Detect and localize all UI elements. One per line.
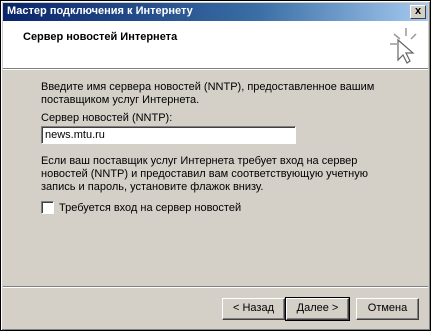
page-title: Сервер новостей Интернета [23,31,178,43]
title-bar[interactable]: Мастер подключения к Интернету x [3,3,428,21]
window-title: Мастер подключения к Интернету [7,5,193,17]
close-icon: x [414,5,422,17]
next-button[interactable]: Далее > [285,297,350,321]
login-info-text: Если ваш поставщик услуг Интернета требу… [41,155,368,193]
news-server-label: Сервер новостей (NNTP): [41,112,173,124]
header-divider-highlight [3,69,428,70]
wizard-window: Мастер подключения к Интернету x Сервер … [0,0,431,331]
login-required-label[interactable]: Требуется вход на сервер новостей [59,202,241,214]
login-required-checkbox[interactable] [41,201,54,214]
footer-divider-highlight [3,287,428,288]
login-required-option[interactable]: Требуется вход на сервер новостей [41,201,241,214]
intro-text: Введите имя сервера новостей (NNTP), пре… [41,81,375,106]
close-button[interactable]: x [410,5,426,19]
back-button[interactable]: < Назад [222,298,285,320]
news-server-input[interactable] [41,126,296,144]
cancel-button[interactable]: Отмена [356,298,419,320]
wizard-header: Сервер новостей Интернета [3,21,428,68]
wizard-sparkle-icon [390,28,417,64]
